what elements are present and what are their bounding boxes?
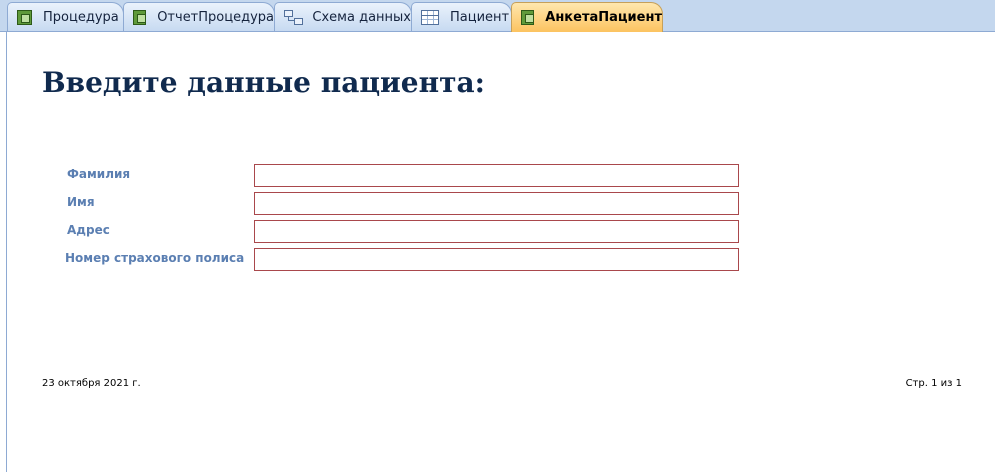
document-border bbox=[6, 31, 7, 472]
tab-label: АнкетаПациент bbox=[545, 10, 662, 25]
form-title: Введите данные пациента: bbox=[42, 66, 485, 99]
tab-procedure[interactable]: Процедура bbox=[7, 2, 124, 31]
surname-field[interactable] bbox=[254, 164, 739, 187]
report-date: 23 октября 2021 г. bbox=[42, 378, 141, 389]
tab-label: ОтчетПроцедура bbox=[157, 9, 274, 25]
tab-label: Процедура bbox=[43, 9, 119, 25]
tab-data-schema[interactable]: Схема данных bbox=[274, 2, 412, 31]
first-name-field[interactable] bbox=[254, 192, 739, 215]
form-icon bbox=[521, 10, 535, 25]
table-icon bbox=[421, 9, 439, 25]
insurance-number-field[interactable] bbox=[254, 248, 739, 271]
form-icon bbox=[133, 9, 147, 25]
tab-label: Схема данных bbox=[312, 9, 411, 25]
label-first-name: Имя bbox=[67, 195, 95, 209]
label-address: Адрес bbox=[67, 223, 110, 237]
label-insurance-number: Номер страхового полиса bbox=[65, 251, 245, 265]
page-number: Стр. 1 из 1 bbox=[905, 378, 962, 389]
document-tab-strip: Процедура ОтчетПроцедура Схема данных Па… bbox=[0, 0, 995, 32]
relationships-icon bbox=[284, 9, 303, 25]
tab-patient[interactable]: Пациент bbox=[411, 2, 512, 31]
tab-patient-form[interactable]: АнкетаПациент bbox=[511, 2, 663, 32]
form-icon bbox=[17, 9, 32, 25]
tab-label: Пациент bbox=[450, 9, 510, 25]
tab-procedure-report[interactable]: ОтчетПроцедура bbox=[123, 2, 275, 31]
label-surname: Фамилия bbox=[67, 167, 131, 181]
address-field[interactable] bbox=[254, 220, 739, 243]
